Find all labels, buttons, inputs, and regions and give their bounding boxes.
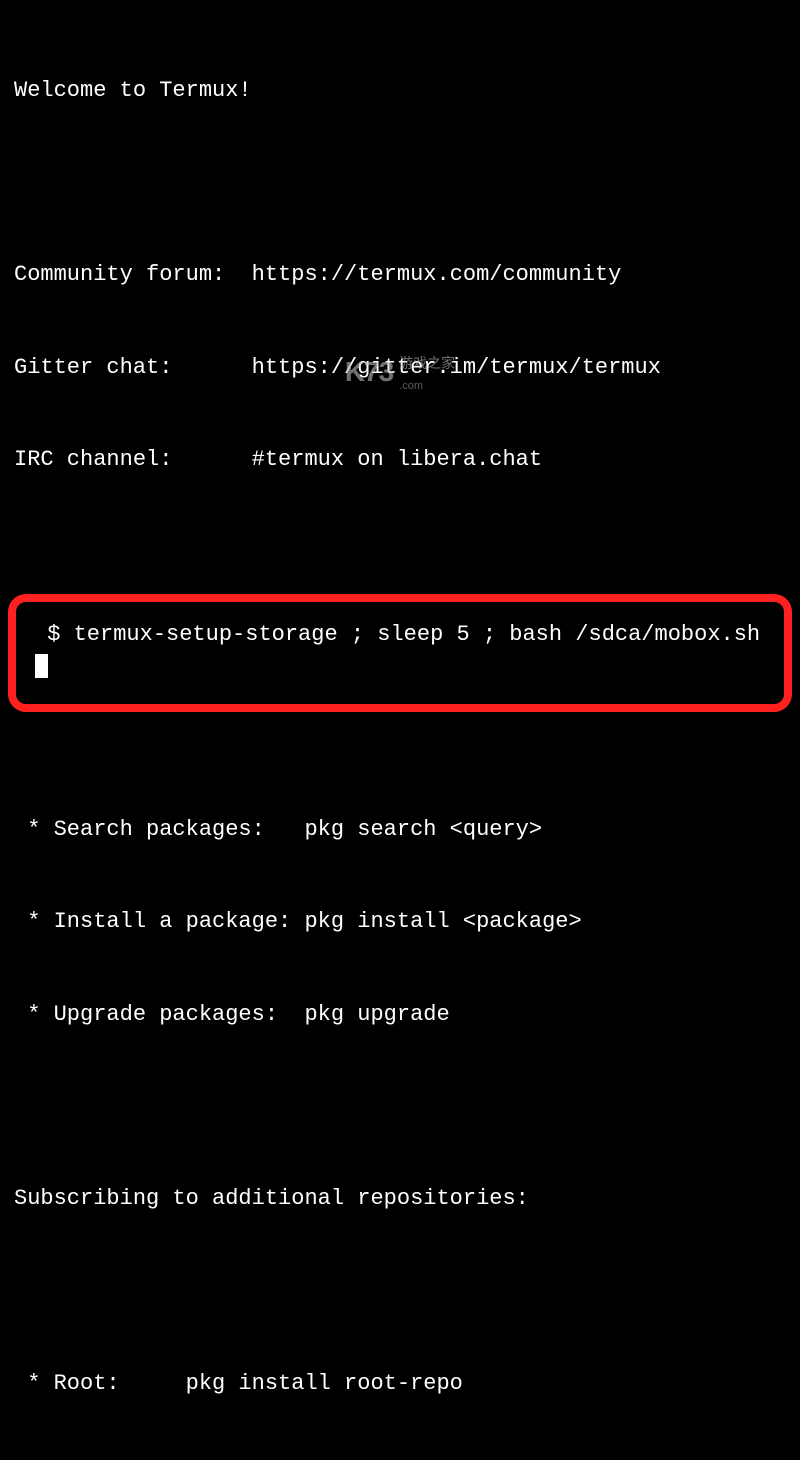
- blank-line: [14, 722, 786, 753]
- command-highlight-box: $ termux-setup-storage ; sleep 5 ; bash …: [8, 594, 792, 712]
- repo-root-line: * Root: pkg install root-repo: [14, 1369, 786, 1400]
- command-prompt-line[interactable]: $ termux-setup-storage ; sleep 5 ; bash …: [34, 620, 768, 682]
- repos-header: Subscribing to additional repositories:: [14, 1184, 786, 1215]
- community-link-line: Community forum: https://termux.com/comm…: [14, 260, 786, 291]
- command-text: termux-setup-storage ; sleep 5 ; bash /s…: [74, 622, 761, 647]
- terminal-output: Welcome to Termux! Community forum: http…: [14, 14, 786, 1460]
- cursor: [35, 654, 48, 678]
- gitter-link-line: Gitter chat: https://gitter.im/termux/te…: [14, 353, 786, 384]
- blank-line: [14, 1277, 786, 1308]
- welcome-line: Welcome to Termux!: [14, 76, 786, 107]
- pkg-install-line: * Install a package: pkg install <packag…: [14, 907, 786, 938]
- irc-link-line: IRC channel: #termux on libera.chat: [14, 445, 786, 476]
- prompt-symbol: $: [34, 622, 74, 647]
- blank-line: [14, 168, 786, 199]
- blank-line: [14, 1092, 786, 1123]
- pkg-upgrade-line: * Upgrade packages: pkg upgrade: [14, 1000, 786, 1031]
- blank-line: [14, 538, 786, 569]
- pkg-search-line: * Search packages: pkg search <query>: [14, 815, 786, 846]
